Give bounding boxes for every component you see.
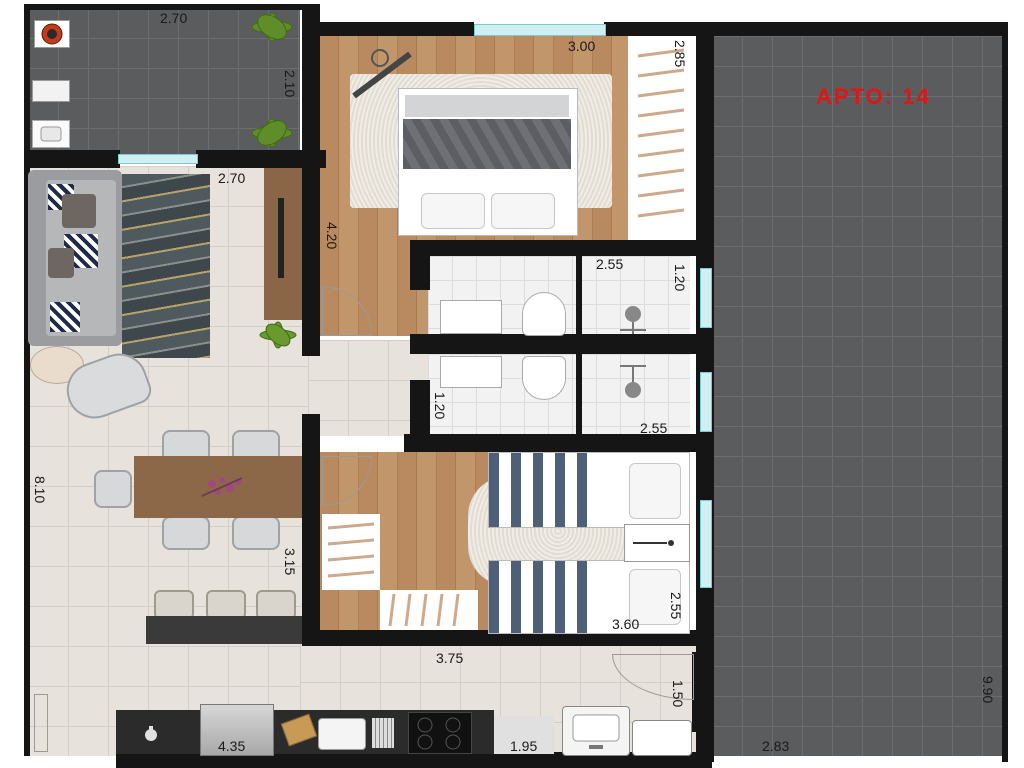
dimension-label: 8.10 xyxy=(32,476,48,504)
dimension-label: 3.00 xyxy=(568,38,596,54)
window xyxy=(118,154,198,164)
window xyxy=(474,24,606,36)
wall xyxy=(576,256,582,436)
wall xyxy=(314,22,474,36)
shower-icon xyxy=(612,360,654,400)
shower-icon xyxy=(612,304,654,334)
dining-chair-icon xyxy=(232,516,280,550)
toilet-icon xyxy=(522,356,566,400)
dimension-label: 4.35 xyxy=(218,738,246,754)
dining-chair-icon xyxy=(94,470,132,508)
dimension-label: 1.20 xyxy=(672,264,688,292)
plant-icon xyxy=(244,118,300,148)
rug-icon xyxy=(122,174,210,358)
dining-chair-icon xyxy=(162,516,210,550)
vanity-icon xyxy=(440,356,502,388)
dimension-label: 2.55 xyxy=(596,256,624,272)
dimension-label: 2.83 xyxy=(762,738,790,754)
dimension-label: 4.20 xyxy=(324,222,340,250)
wall xyxy=(24,4,30,154)
dimension-label: 1.50 xyxy=(670,680,686,708)
stove-icon xyxy=(408,712,472,754)
washing-machine-icon xyxy=(562,706,630,756)
vanity-icon xyxy=(440,300,502,334)
window xyxy=(700,268,712,328)
nightstand-icon xyxy=(624,524,690,562)
wall xyxy=(704,22,1004,36)
sink-icon xyxy=(32,120,70,148)
tv-console-icon xyxy=(264,168,302,320)
dining-table-icon xyxy=(134,456,302,518)
pillow xyxy=(491,193,555,229)
wall xyxy=(410,240,702,256)
tank-icon xyxy=(632,720,692,756)
plant-icon xyxy=(244,12,300,42)
desk-chair-icon xyxy=(350,44,414,104)
dish-rack-icon xyxy=(372,718,394,748)
dimension-label: 2.70 xyxy=(218,170,246,186)
dimension-label: 2.55 xyxy=(668,592,684,620)
dimension-label: 3.60 xyxy=(612,616,640,632)
wall xyxy=(410,334,702,354)
wall xyxy=(404,434,704,452)
wall xyxy=(302,4,320,356)
bed-icon xyxy=(398,88,578,236)
door-swing xyxy=(34,694,48,752)
dimension-label: 3.15 xyxy=(282,548,298,576)
counter-icon xyxy=(146,616,302,644)
wardrobe-icon xyxy=(322,514,380,590)
dimension-label: 2.70 xyxy=(160,10,188,26)
bed-icon xyxy=(488,560,690,634)
wall xyxy=(410,380,430,436)
wall xyxy=(302,414,320,646)
wall xyxy=(1002,22,1008,762)
wardrobe-icon xyxy=(380,590,478,630)
sofa-icon xyxy=(28,170,122,346)
faucet-icon xyxy=(140,724,162,746)
toilet-icon xyxy=(522,292,566,336)
dimension-label: 1.20 xyxy=(432,392,448,420)
dimension-label: 1.95 xyxy=(510,738,538,754)
kitchen-sink-icon xyxy=(318,718,366,750)
grill-icon xyxy=(34,20,70,48)
dimension-label: 2.55 xyxy=(640,420,668,436)
window xyxy=(700,372,712,432)
wall xyxy=(410,240,430,290)
garage-floor xyxy=(712,36,1004,756)
window xyxy=(700,500,712,588)
unit-label: APTO: 14 xyxy=(816,84,931,109)
wall xyxy=(24,150,120,168)
dimension-label: 2.10 xyxy=(282,70,298,98)
pillow xyxy=(629,463,681,519)
dimension-label: 9.90 xyxy=(980,676,996,704)
pillow xyxy=(421,193,485,229)
planter-icon xyxy=(32,80,70,102)
bed-icon xyxy=(488,452,690,528)
dimension-label: 2.85 xyxy=(672,40,688,68)
plant-icon xyxy=(256,320,300,350)
dimension-label: 3.75 xyxy=(436,650,464,666)
